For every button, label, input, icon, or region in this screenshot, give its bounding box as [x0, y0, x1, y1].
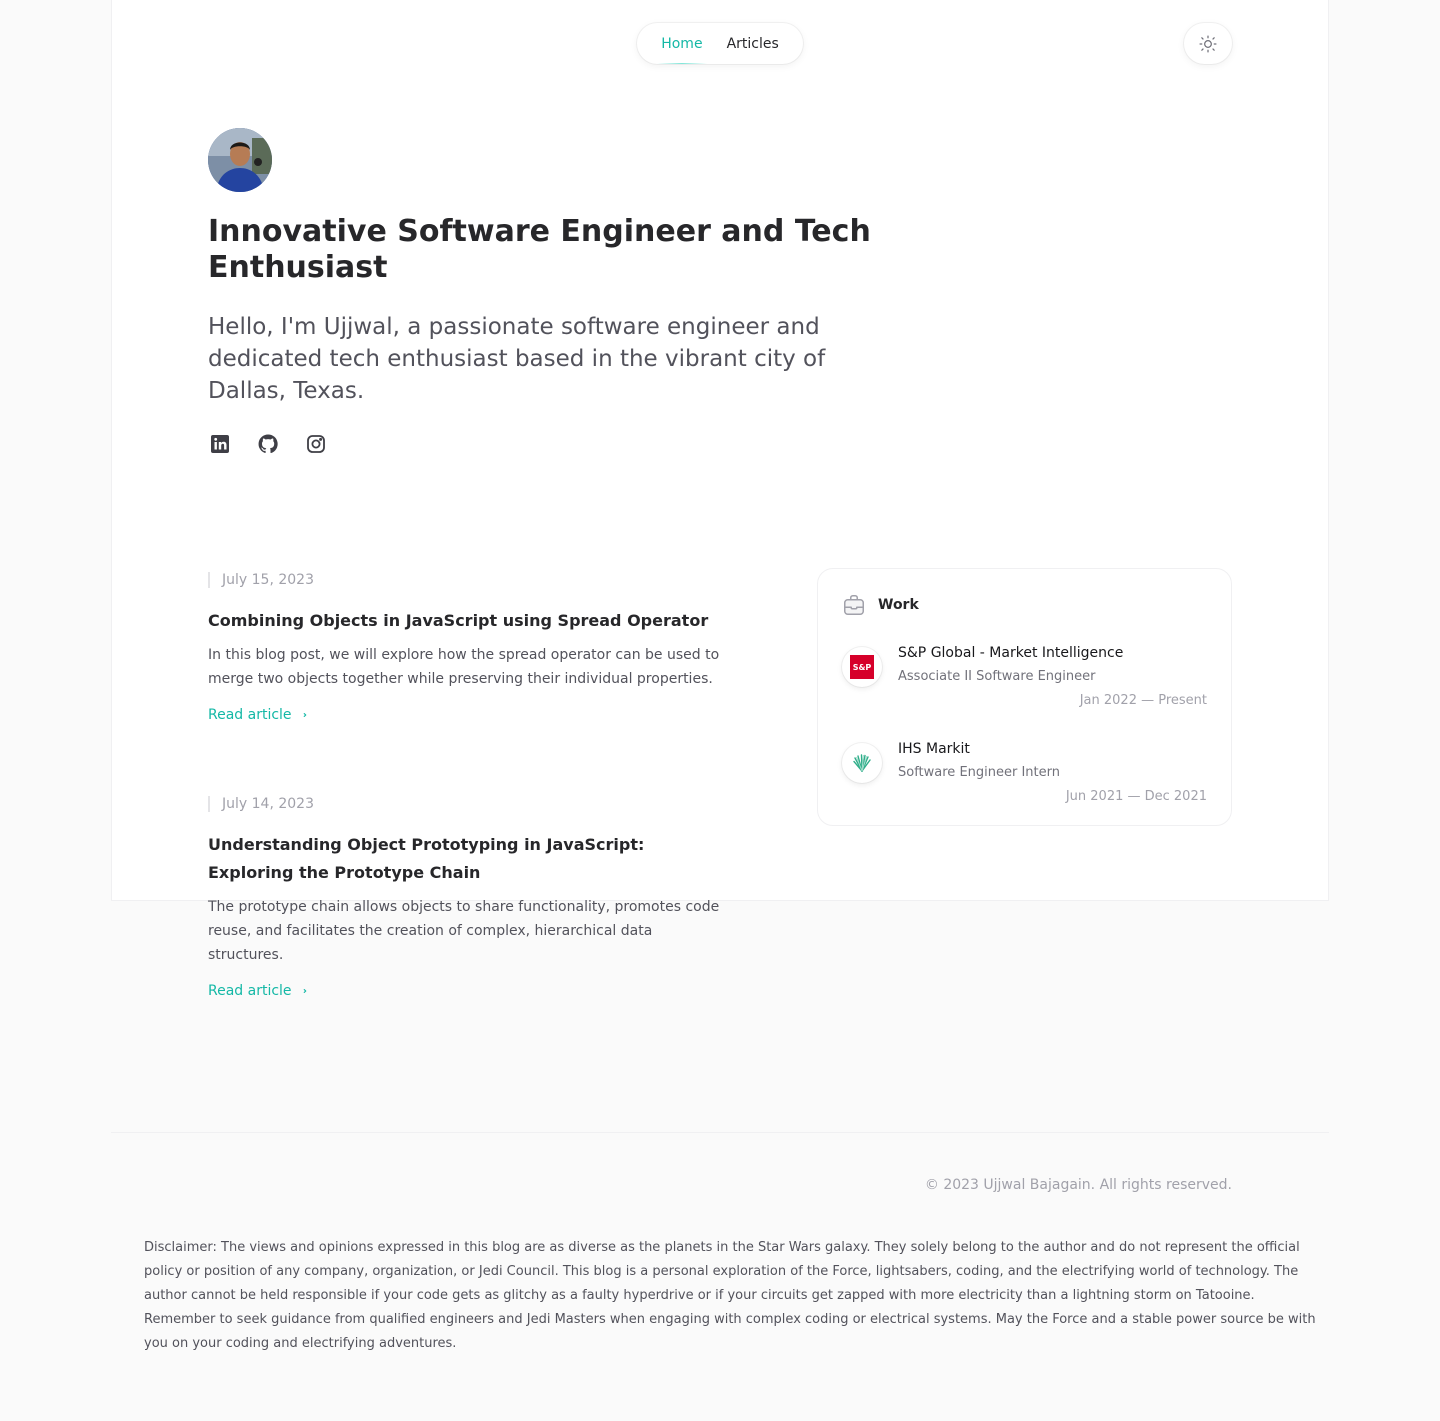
company-logo: S&P — [842, 647, 882, 687]
instagram-icon — [307, 435, 325, 453]
article-date: July 14, 2023 — [208, 794, 728, 814]
job-item: S&P S&P Global - Market Intelligence Ass… — [842, 641, 1207, 713]
sun-icon — [1199, 34, 1217, 53]
read-article-link[interactable]: Read article — [208, 983, 310, 999]
instagram-link[interactable] — [304, 432, 328, 456]
theme-toggle-button[interactable] — [1184, 23, 1232, 64]
company-logo — [842, 743, 882, 783]
article-title[interactable]: Combining Objects in JavaScript using Sp… — [208, 607, 728, 635]
article-title[interactable]: Understanding Object Prototyping in Java… — [208, 831, 728, 887]
article-card[interactable]: July 15, 2023 Combining Objects in JavaS… — [208, 570, 728, 723]
nav-articles-link[interactable]: Articles — [727, 36, 779, 52]
page-title: Innovative Software Engineer and Tech En… — [208, 214, 871, 285]
nav-home-link[interactable]: Home — [657, 36, 707, 64]
social-links — [208, 432, 328, 456]
article-summary: In this blog post, we will explore how t… — [208, 647, 720, 687]
intro-text: Hello, I'm Ujjwal, a passionate software… — [208, 314, 826, 404]
chevron-right-icon — [303, 989, 306, 993]
company-name: IHS Markit — [898, 741, 970, 757]
sp-logo: S&P — [850, 655, 874, 679]
job-dates: Jun 2021 — Dec 2021 — [1065, 789, 1207, 804]
job-dates: Jan 2022 — Present — [1079, 693, 1207, 708]
linkedin-link[interactable] — [208, 432, 232, 456]
github-link[interactable] — [256, 432, 280, 456]
footer-divider — [111, 1132, 1329, 1133]
work-panel: Work S&P S&P Global - Market Intelligenc… — [817, 568, 1232, 826]
read-article-link[interactable]: Read article — [208, 707, 310, 723]
work-header: Work — [842, 593, 1207, 617]
read-article-label: Read article — [208, 707, 292, 723]
chevron-right-icon — [303, 713, 306, 717]
work-heading: Work — [878, 597, 919, 613]
article-card[interactable]: July 14, 2023 Understanding Object Proto… — [208, 794, 728, 999]
job-role: Software Engineer Intern — [898, 765, 1060, 780]
job-role: Associate II Software Engineer — [898, 669, 1096, 684]
github-icon — [258, 434, 278, 454]
top-nav: Home Articles — [637, 23, 803, 64]
ihs-markit-logo-icon — [853, 754, 871, 772]
linkedin-icon — [211, 435, 229, 453]
read-article-label: Read article — [208, 983, 292, 999]
article-summary: The prototype chain allows objects to sh… — [208, 899, 720, 963]
avatar[interactable] — [208, 128, 272, 192]
briefcase-icon — [844, 595, 864, 615]
article-date: July 15, 2023 — [208, 570, 728, 590]
company-name: S&P Global - Market Intelligence — [898, 645, 1124, 661]
copyright-text: © 2023 Ujjwal Bajagain. All rights reser… — [924, 1177, 1232, 1193]
job-item: IHS Markit Software Engineer Intern Jun … — [842, 737, 1207, 809]
disclaimer-text: Disclaimer: The views and opinions expre… — [144, 1240, 1316, 1351]
